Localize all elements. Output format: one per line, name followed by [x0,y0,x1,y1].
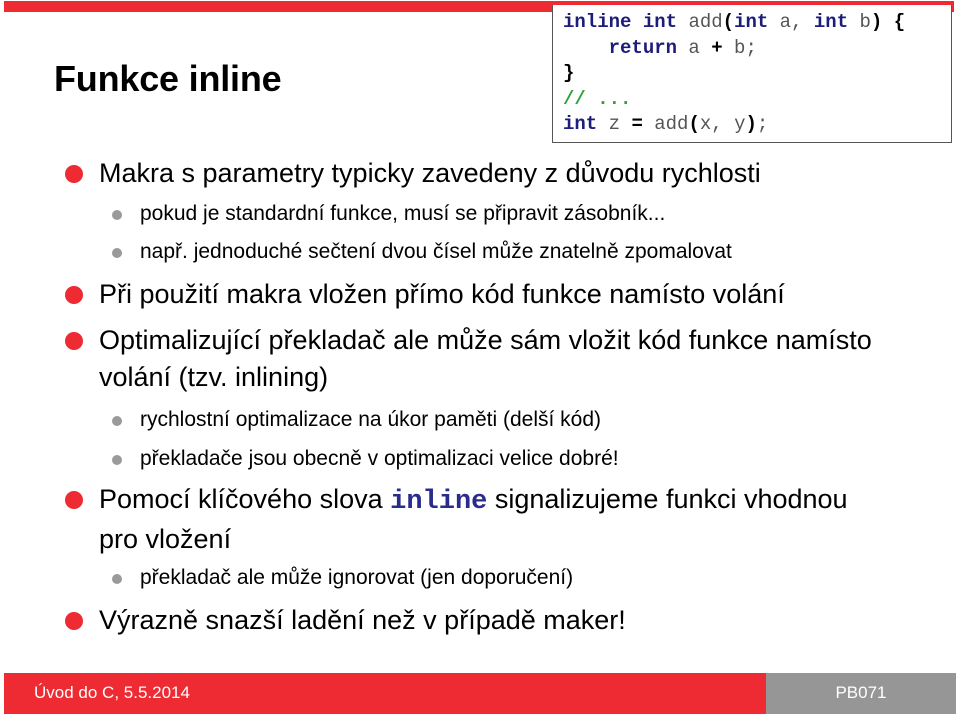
red-bullet-icon [65,286,83,304]
code-keyword: int [642,11,678,33]
code-identifier: a [677,36,712,59]
code-keyword: inline [563,11,632,33]
code-line: } [563,62,574,84]
footer-right-text: PB071 [835,683,887,702]
bullet-text: Optimalizující překladač ale může sám vl… [99,325,872,392]
code-identifier: b; [722,36,757,59]
code-identifier: ; [756,113,769,135]
subbullet-slowdown: např. jednoduché sečtení dvou čísel může… [112,237,940,267]
code-line: // ... [563,88,631,110]
code-identifier: z [597,113,632,135]
red-bullet-icon [65,332,83,350]
subbullet-compilers-good: překladače jsou obecně v optimalizaci ve… [112,444,940,474]
footer-left-text: Úvod do C, 5.5.2014 [34,683,190,702]
code-punctuation: = [631,113,643,135]
gray-bullet-icon [112,455,122,465]
code-punctuation: ) [870,11,883,33]
code-identifier [882,11,893,33]
code-identifier [631,11,642,33]
slide-title: Funkce inline [54,58,282,99]
bullet-text: překladač ale může ignorovat (jen doporu… [140,566,574,589]
code-keyword: int [734,11,769,33]
red-bullet-icon [65,165,83,183]
code-comment: // ... [563,87,632,110]
code-line: inline int add(int a, int b) { [563,11,905,33]
bullet-easier-debugging: Výrazně snazší ladění než v případě make… [65,602,939,639]
code-identifier: a, [768,11,814,33]
code-punctuation: ( [688,113,700,135]
bullet-text: např. jednoduché sečtení dvou čísel může… [140,240,732,263]
code-line: int z = add(x, y); [563,113,768,135]
code-identifier: add [677,11,723,33]
footer-course-date: Úvod do C, 5.5.2014 [4,673,766,714]
footer-course-code: PB071 [766,673,956,714]
code-punctuation: ) [745,113,757,135]
code-keyword: int [563,113,598,135]
code-identifier: b [848,11,871,33]
gray-bullet-icon [112,210,122,220]
code-keyword: return [608,36,678,59]
bullet-text: překladače jsou obecně v optimalizaci ve… [140,447,619,470]
bullet-text: pokud je standardní funkce, musí se přip… [140,202,666,225]
bullet-macro-inserted: Při použití makra vložen přímo kód funkc… [65,276,939,313]
subbullet-stack: pokud je standardní funkce, musí se přip… [112,199,940,229]
gray-bullet-icon [112,416,122,426]
code-identifier: x, y [699,113,746,135]
code-identifier [563,37,609,59]
bullet-text: rychlostní optimalizace na úkor paměti (… [140,408,602,431]
bullet-inline-keyword: Pomocí klíčového slova inline signalizuj… [65,481,869,558]
code-identifier: add [642,113,689,135]
code-keyword: int [813,11,849,33]
code-line: return a + b; [563,37,757,59]
code-example-box: inline int add(int a, int b) { return a … [552,5,952,143]
inline-keyword-code: inline [390,487,488,517]
bullet-text: Výrazně snazší ladění než v případě make… [99,605,626,635]
bullet-macros-speed: Makra s parametry typicky zavedeny z dův… [65,155,939,192]
red-bullet-icon [65,491,83,509]
bullet-text-pre: Pomocí klíčového slova [99,484,391,514]
subbullet-only-recommendation: překladač ale může ignorovat (jen doporu… [112,563,940,593]
bullet-text: Makra s parametry typicky zavedeny z dův… [99,158,761,188]
code-punctuation: + [711,36,723,59]
subbullet-speed-vs-memory: rychlostní optimalizace na úkor paměti (… [112,405,940,435]
bullet-text: Při použití makra vložen přímo kód funkc… [99,279,785,309]
code-punctuation: { [893,11,906,33]
code-punctuation: } [563,62,575,84]
gray-bullet-icon [112,574,122,584]
code-punctuation: ( [722,11,735,33]
bullet-optimizing-compiler: Optimalizující překladač ale může sám vl… [65,322,899,396]
red-bullet-icon [65,612,83,630]
gray-bullet-icon [112,248,122,258]
code-listing: inline int add(int a, int b) { return a … [563,10,905,138]
